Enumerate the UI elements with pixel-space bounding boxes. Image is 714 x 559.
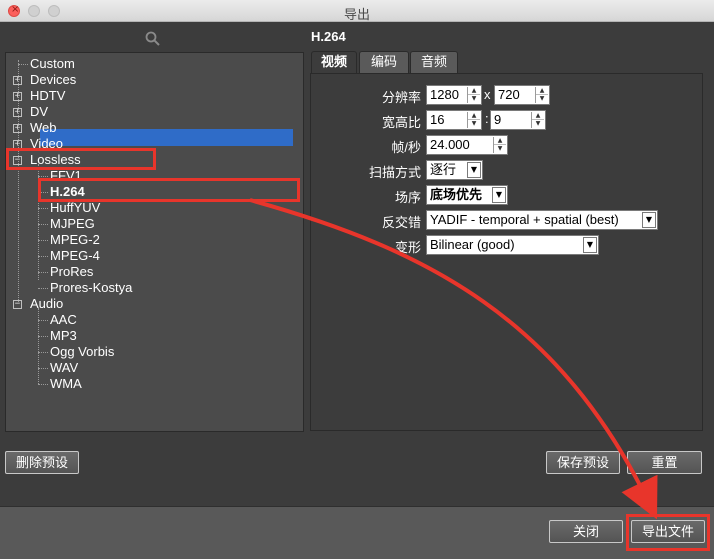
search-icon[interactable]	[144, 30, 162, 48]
tree-item-label: MJPEG	[50, 216, 95, 231]
tree-item-label: Devices	[30, 72, 77, 87]
fps-value: 24.000	[430, 137, 470, 152]
tree-item-label: MPEG-2	[50, 232, 100, 247]
tree-item-label: Web	[30, 120, 57, 135]
lossless-highlight-box	[6, 148, 156, 170]
tree-item[interactable]: MPEG-4	[0, 248, 300, 264]
tree-item-label: AAC	[50, 312, 77, 327]
decrement-icon[interactable]: ▼	[536, 95, 548, 103]
tree-item-label: HuffYUV	[50, 200, 101, 215]
h264-highlight-box	[38, 178, 300, 202]
title-bar: × 导出	[0, 0, 714, 22]
tree-item[interactable]: Custom	[0, 56, 300, 72]
tree-item[interactable]: WMA	[0, 376, 300, 392]
tree-item[interactable]: WAV	[0, 360, 300, 376]
tab-audio[interactable]: 音频	[410, 51, 458, 73]
deinterlace-select[interactable]: YADIF - temporal + spatial (best) ▼	[426, 210, 658, 230]
chevron-down-icon: ▼	[492, 187, 506, 203]
resolution-label: 分辨率	[381, 90, 421, 105]
tree-item-label: Ogg Vorbis	[50, 344, 115, 359]
aspect-label: 宽高比	[381, 115, 421, 130]
tree-item[interactable]: MP3	[0, 328, 300, 344]
aspect-height-value: 9	[494, 112, 502, 127]
tree-item[interactable]: MJPEG	[0, 216, 300, 232]
fps-stepper[interactable]: 24.000 ▲ ▼	[426, 135, 508, 155]
video-settings-panel: 分辨率 1280 ▲ ▼ x 720 ▲ ▼ 宽高比 16 ▲ ▼ : 9 ▲ ▼ 帧/…	[310, 73, 703, 431]
tree-item[interactable]: MPEG-2	[0, 232, 300, 248]
tree-item-label: Prores-Kostya	[50, 280, 133, 295]
resolution-separator: x	[484, 87, 491, 102]
tree-item[interactable]: − Audio	[0, 296, 300, 312]
height-value: 720	[498, 87, 520, 102]
tree-item-label: HDTV	[30, 88, 66, 103]
aspect-width-stepper[interactable]: 16 ▲ ▼	[426, 110, 482, 130]
increment-icon[interactable]: ▲	[532, 112, 544, 120]
scan-label: 扫描方式	[368, 165, 421, 180]
decrement-icon[interactable]: ▼	[468, 120, 480, 128]
tree-item[interactable]: + Web	[0, 120, 300, 136]
resize-label: 变形	[394, 240, 421, 255]
scan-value: 逐行	[430, 162, 457, 177]
resize-value: Bilinear (good)	[430, 237, 515, 252]
chevron-down-icon: ▼	[583, 237, 597, 253]
chevron-down-icon: ▼	[467, 162, 481, 178]
tree-item-label: ProRes	[50, 264, 94, 279]
save-preset-button[interactable]: 保存预设	[546, 451, 620, 474]
width-stepper[interactable]: 1280 ▲ ▼	[426, 85, 482, 105]
resize-select[interactable]: Bilinear (good) ▼	[426, 235, 599, 255]
reset-button[interactable]: 重置	[627, 451, 702, 474]
decrement-icon[interactable]: ▼	[494, 145, 506, 153]
field-order-label: 场序	[394, 190, 421, 205]
increment-icon[interactable]: ▲	[468, 87, 480, 95]
tab-codec[interactable]: 编码	[359, 51, 409, 73]
export-highlight-box	[626, 514, 710, 551]
window-title: 导出	[343, 7, 370, 22]
close-button[interactable]: 关闭	[549, 520, 623, 543]
field-order-select[interactable]: 底场优先 ▼	[426, 185, 508, 205]
decrement-icon[interactable]: ▼	[468, 95, 480, 103]
tree-item[interactable]: + DV	[0, 104, 300, 120]
delete-preset-button[interactable]: 删除预设	[5, 451, 79, 474]
height-stepper[interactable]: 720 ▲ ▼	[494, 85, 550, 105]
field-order-value: 底场优先	[430, 187, 483, 202]
scan-select[interactable]: 逐行 ▼	[426, 160, 483, 180]
tree-item-label: MP3	[50, 328, 77, 343]
tree-item[interactable]: + Devices	[0, 72, 300, 88]
deinterlace-value: YADIF - temporal + spatial (best)	[430, 212, 619, 227]
tree-item[interactable]: ProRes	[0, 264, 300, 280]
tree-item[interactable]: Prores-Kostya	[0, 280, 300, 296]
deinterlace-label: 反交错	[381, 215, 421, 230]
tree-item-label: Audio	[30, 296, 64, 311]
increment-icon[interactable]: ▲	[494, 137, 506, 145]
decrement-icon[interactable]: ▼	[532, 120, 544, 128]
increment-icon[interactable]: ▲	[468, 112, 480, 120]
chevron-down-icon: ▼	[642, 212, 656, 228]
tree-audio-line	[38, 308, 39, 384]
tree-item-label: WAV	[50, 360, 79, 375]
tree-item-label: WMA	[50, 376, 82, 391]
tab-video[interactable]: 视频	[311, 51, 357, 74]
tree-item-label: Custom	[30, 56, 75, 71]
aspect-height-stepper[interactable]: 9 ▲ ▼	[490, 110, 546, 130]
tree-item[interactable]: HuffYUV	[0, 200, 300, 216]
aspect-separator: :	[485, 111, 489, 126]
tree-item-label: MPEG-4	[50, 248, 100, 263]
tree-item[interactable]: AAC	[0, 312, 300, 328]
tree-item[interactable]: + HDTV	[0, 88, 300, 104]
preset-name: H.264	[311, 29, 346, 44]
fps-label: 帧/秒	[391, 140, 421, 155]
tree-item[interactable]: Ogg Vorbis	[0, 344, 300, 360]
increment-icon[interactable]: ▲	[536, 87, 548, 95]
tree-root-line	[18, 60, 19, 304]
aspect-width-value: 16	[430, 112, 445, 127]
tree-item-label: DV	[30, 104, 49, 119]
width-value: 1280	[430, 87, 459, 102]
